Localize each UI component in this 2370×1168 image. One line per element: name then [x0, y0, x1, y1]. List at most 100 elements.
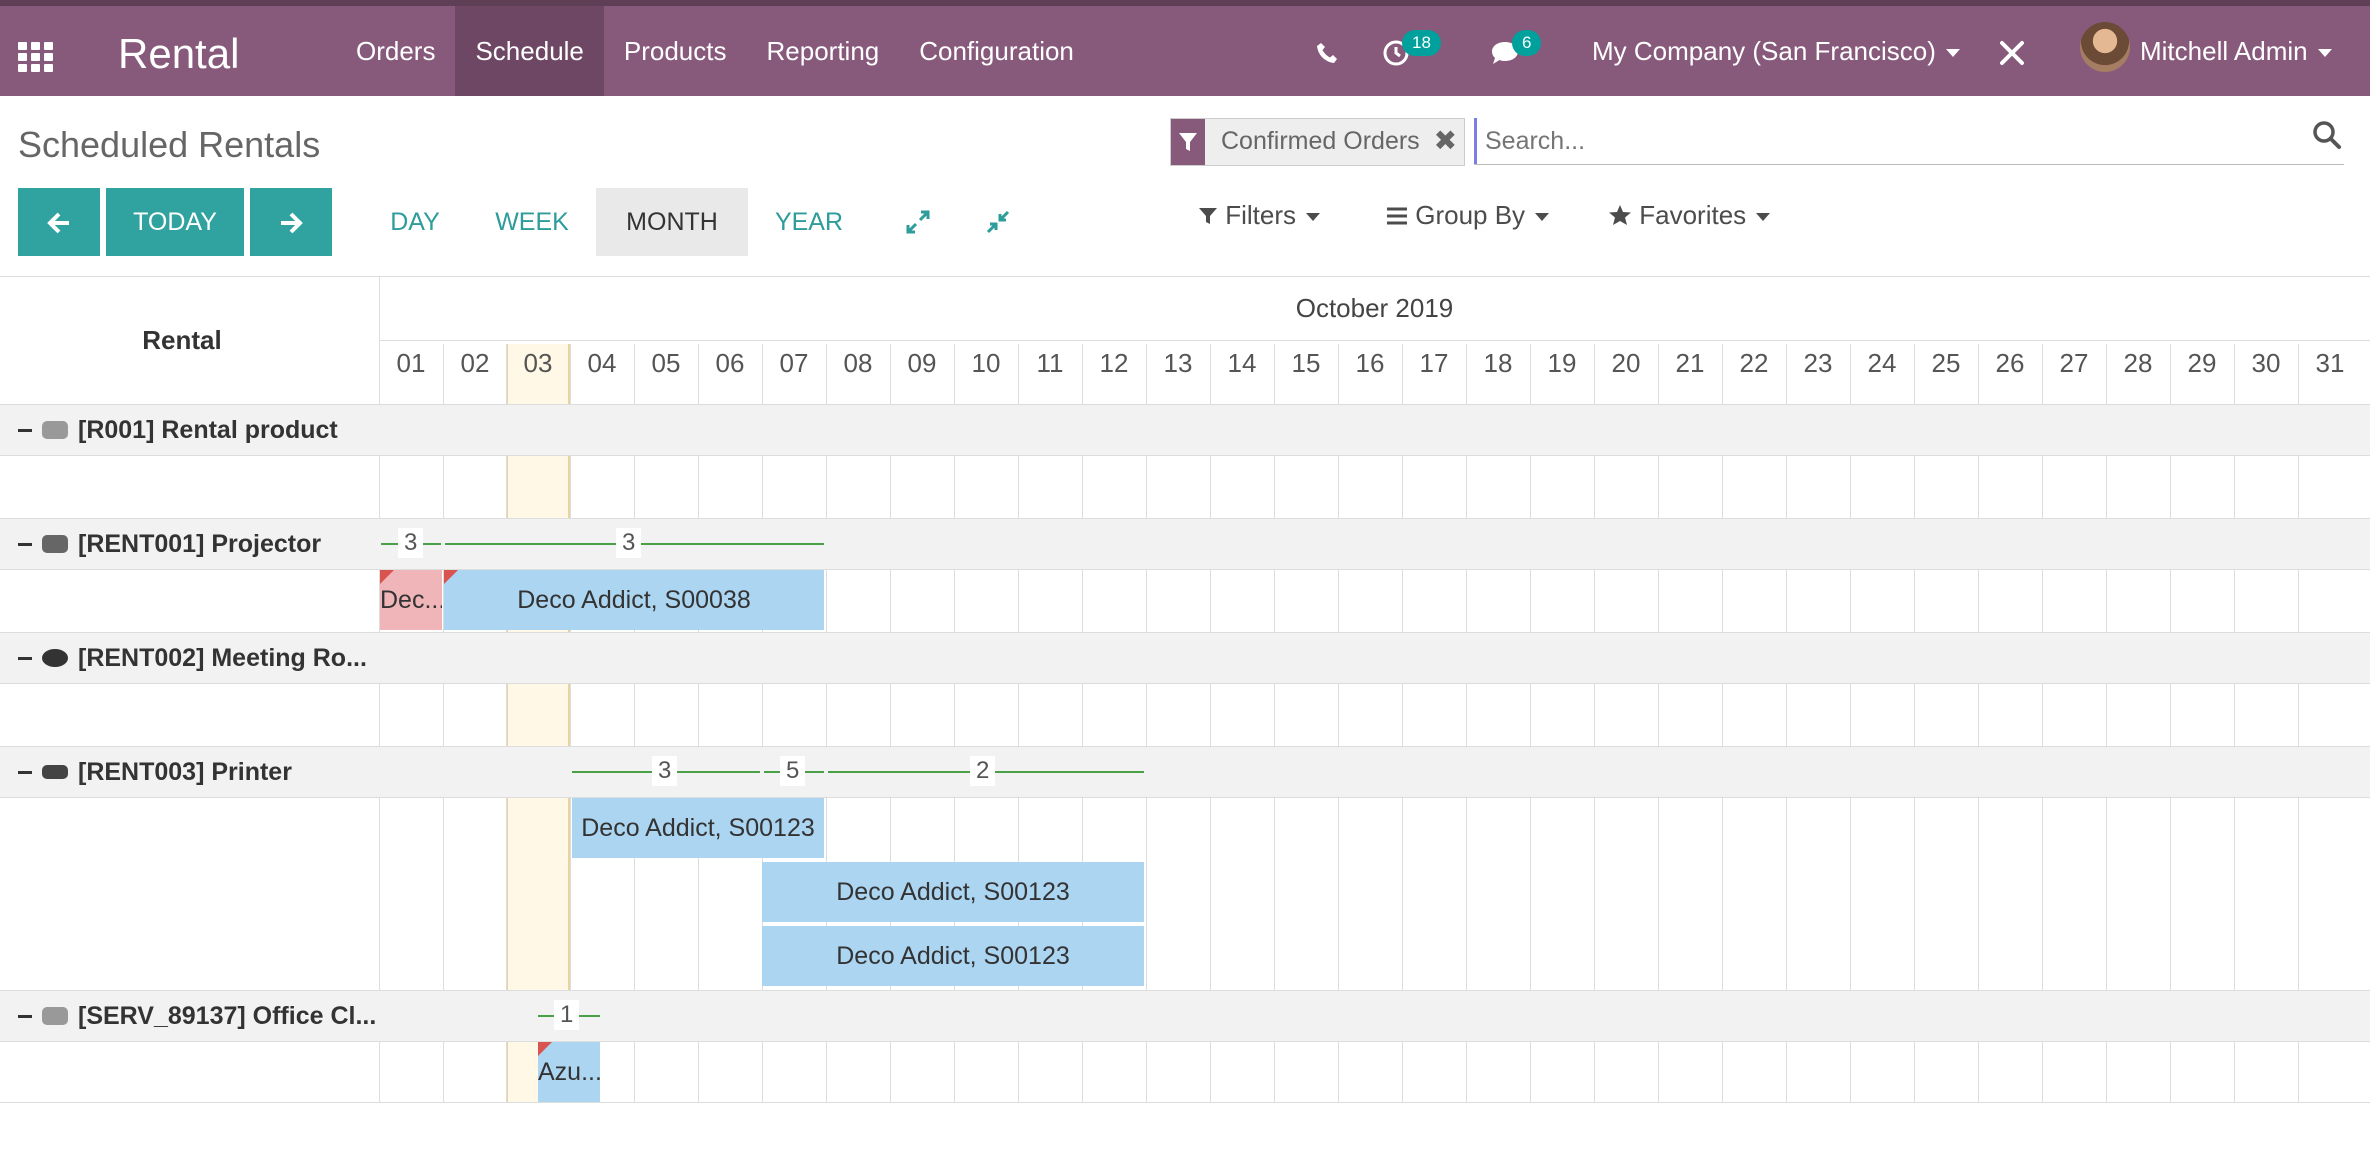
- menu-item-configuration[interactable]: Configuration: [899, 6, 1094, 96]
- product-image-icon: [42, 421, 68, 439]
- overdue-marker: [538, 1042, 552, 1056]
- product-image-icon: [42, 1007, 68, 1025]
- day-header: 10: [971, 348, 1001, 378]
- chevron-down-icon: [1306, 213, 1321, 222]
- remove-facet-icon[interactable]: ✖: [1434, 119, 1464, 165]
- overdue-marker: [444, 570, 458, 584]
- menu-item-products[interactable]: Products: [604, 6, 747, 96]
- day-header: 14: [1227, 348, 1257, 378]
- meeting-room-image-icon: [42, 649, 68, 667]
- consolidation-value: 3: [398, 528, 424, 558]
- group-title: [RENT001] Projector: [78, 530, 322, 558]
- search-input[interactable]: [1474, 118, 2287, 164]
- list-icon: [1387, 207, 1407, 225]
- scale-day-button[interactable]: DAY: [370, 188, 460, 256]
- day-header: 20: [1611, 348, 1641, 378]
- rental-pill[interactable]: Deco Addict, S00038: [444, 570, 824, 630]
- day-header: 25: [1931, 348, 1961, 378]
- previous-button[interactable]: [18, 188, 100, 256]
- favorites-label: Favorites: [1639, 200, 1747, 230]
- consolidation-value: 1: [554, 1000, 580, 1030]
- today-button[interactable]: TODAY: [106, 188, 244, 256]
- scale-year-button[interactable]: YEAR: [764, 188, 854, 256]
- today-column-highlight: [506, 344, 570, 1102]
- menu-item-schedule[interactable]: Schedule: [455, 6, 604, 96]
- rental-pill[interactable]: Deco Addict, S00123: [762, 862, 1144, 922]
- day-header: 17: [1419, 348, 1449, 378]
- group-title: [R001] Rental product: [78, 416, 338, 444]
- day-header: 02: [460, 348, 490, 378]
- chevron-down-icon: [2317, 49, 2332, 58]
- debug-tools-icon[interactable]: [1998, 6, 2026, 96]
- collapse-group-icon: [18, 770, 32, 774]
- user-name: Mitchell Admin: [2140, 36, 2308, 66]
- facet-label: Confirmed Orders: [1221, 127, 1420, 155]
- user-avatar[interactable]: [2080, 22, 2130, 72]
- filter-icon: [1199, 208, 1217, 224]
- day-header: 26: [1995, 348, 2025, 378]
- search-box: [1474, 118, 2344, 165]
- day-header: 21: [1675, 348, 1705, 378]
- overdue-marker: [380, 570, 394, 584]
- day-header: 30: [2251, 348, 2281, 378]
- day-header: 12: [1099, 348, 1129, 378]
- groupby-label: Group By: [1415, 200, 1526, 230]
- day-header: 15: [1291, 348, 1321, 378]
- app-brand[interactable]: Rental: [118, 30, 239, 78]
- group-label-rent002[interactable]: [RENT002] Meeting Ro...: [18, 633, 367, 683]
- menu-item-reporting[interactable]: Reporting: [747, 6, 900, 96]
- user-menu[interactable]: Mitchell Admin: [2140, 6, 2332, 96]
- group-label-rent001[interactable]: [RENT001] Projector: [18, 519, 321, 569]
- apps-menu-icon[interactable]: [18, 42, 54, 72]
- group-label-r001[interactable]: [R001] Rental product: [18, 405, 338, 455]
- day-header: 11: [1036, 348, 1064, 378]
- company-name: My Company (San Francisco): [1592, 36, 1936, 66]
- pill-label: Azu...: [538, 1058, 600, 1086]
- expand-icon[interactable]: [904, 208, 932, 241]
- main-menu: Orders Schedule Products Reporting Confi…: [336, 6, 1094, 96]
- company-switcher[interactable]: My Company (San Francisco): [1592, 6, 1960, 96]
- group-label-rent003[interactable]: [RENT003] Printer: [18, 747, 292, 797]
- search-icon[interactable]: [2312, 120, 2342, 155]
- group-row-r001[interactable]: [0, 405, 2370, 455]
- consolidation-value: 5: [780, 756, 806, 786]
- day-header: 04: [587, 348, 617, 378]
- group-title: [SERV_89137] Office Cl...: [78, 1002, 377, 1030]
- chevron-down-icon: [1535, 213, 1550, 222]
- day-header: 09: [907, 348, 937, 378]
- day-header: 07: [779, 348, 809, 378]
- consolidation-value: 3: [616, 528, 642, 558]
- filters-label: Filters: [1225, 200, 1297, 230]
- scale-week-button[interactable]: WEEK: [480, 188, 584, 256]
- collapse-icon[interactable]: [984, 208, 1012, 241]
- group-row-rent001[interactable]: [0, 519, 2370, 569]
- messages-count-badge: 6: [1512, 30, 1542, 56]
- collapse-group-icon: [18, 1014, 32, 1018]
- menu-item-orders[interactable]: Orders: [336, 6, 455, 96]
- activity-count-badge: 18: [1402, 30, 1441, 56]
- projector-image-icon: [42, 535, 68, 553]
- rental-pill[interactable]: Deco Addict, S00123: [572, 798, 824, 858]
- day-header: 16: [1355, 348, 1385, 378]
- day-header: 29: [2187, 348, 2217, 378]
- day-header: 27: [2059, 348, 2089, 378]
- day-header-today: 03: [523, 348, 553, 378]
- favorites-dropdown[interactable]: Favorites: [1608, 200, 1771, 231]
- next-button[interactable]: [250, 188, 332, 256]
- phone-icon[interactable]: [1315, 6, 1339, 96]
- groupby-dropdown[interactable]: Group By: [1386, 200, 1550, 231]
- rental-pill[interactable]: Azu...: [538, 1042, 600, 1102]
- scale-month-button[interactable]: MONTH: [596, 188, 748, 256]
- rental-pill[interactable]: Dec...: [380, 570, 442, 630]
- group-row-rent003[interactable]: [0, 747, 2370, 797]
- rental-pill[interactable]: Deco Addict, S00123: [762, 926, 1144, 986]
- gantt-month-header: October 2019: [1295, 293, 1454, 323]
- filters-dropdown[interactable]: Filters: [1198, 200, 1321, 231]
- day-header: 18: [1483, 348, 1513, 378]
- filter-facet-icon: [1171, 119, 1205, 165]
- collapse-group-icon: [18, 656, 32, 660]
- day-header: 22: [1739, 348, 1769, 378]
- day-header: 13: [1163, 348, 1193, 378]
- group-label-serv89137[interactable]: [SERV_89137] Office Cl...: [18, 991, 376, 1041]
- day-header: 06: [715, 348, 745, 378]
